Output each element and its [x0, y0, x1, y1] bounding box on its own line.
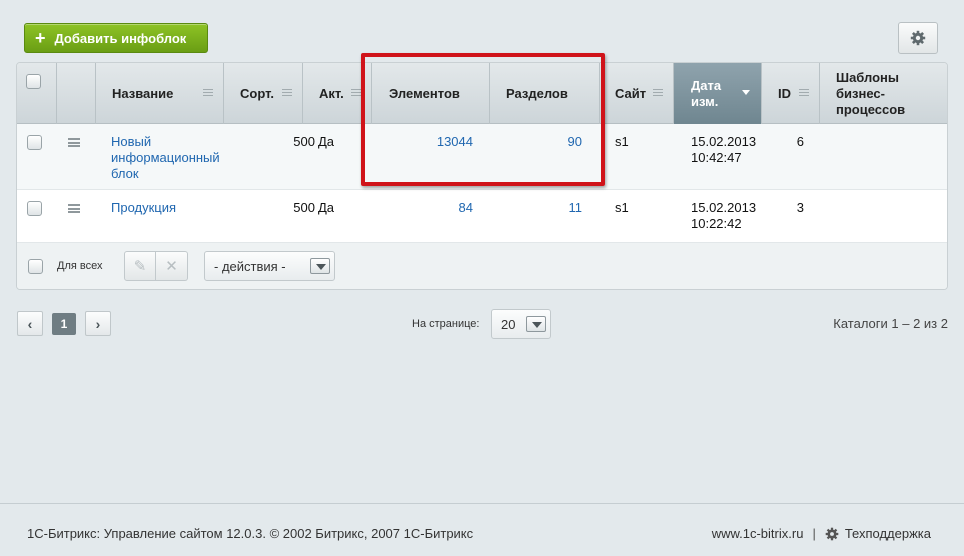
row-active: Да [318, 134, 335, 149]
sort-desc-icon [742, 90, 750, 95]
column-date[interactable]: Дата изм. [674, 63, 762, 124]
row-date-value: 15.02.2013 [691, 200, 757, 215]
row-id: 3 [796, 200, 804, 215]
per-page-select[interactable]: 20 [491, 309, 551, 339]
header-select-all-cell [17, 63, 57, 124]
current-page[interactable]: 1 [52, 313, 76, 335]
column-id[interactable]: ID [762, 63, 820, 124]
column-active-label: Акт. [319, 86, 344, 101]
copyright-text: 1С-Битрикс: Управление сайтом 12.0.3. © … [27, 526, 474, 541]
close-icon: ✕ [165, 258, 178, 275]
chevron-right-icon: › [95, 315, 101, 332]
highlight-frame [361, 53, 605, 186]
column-name-label: Название [112, 86, 174, 101]
column-site[interactable]: Сайт [600, 63, 674, 124]
for-all-checkbox[interactable] [28, 259, 43, 274]
support-link[interactable]: Техподдержка [845, 526, 931, 541]
row-checkbox[interactable] [27, 201, 42, 216]
row-sort: 500 [293, 134, 315, 149]
footer-separator: | [812, 526, 816, 541]
next-page-button[interactable]: › [85, 311, 111, 336]
grid-actions-bar: Для всех ✎ ✕ - действия - [17, 243, 947, 289]
footer-links: www.1c-bitrix.ru | Техподдержка [712, 526, 931, 541]
delete-button[interactable]: ✕ [156, 251, 188, 281]
prev-page-button[interactable]: ‹ [17, 311, 43, 336]
row-sections-link[interactable]: 11 [490, 200, 583, 216]
chevron-down-icon [310, 258, 330, 274]
site-link[interactable]: www.1c-bitrix.ru [712, 526, 804, 541]
row-date: 15.02.2013 10:42:47 [691, 134, 756, 166]
column-sort[interactable]: Сорт. [224, 63, 303, 124]
row-elements-link[interactable]: 84 [372, 200, 473, 216]
per-page-label: На странице: [412, 318, 480, 330]
select-all-checkbox[interactable] [26, 74, 41, 89]
settings-button[interactable] [898, 22, 938, 54]
column-name[interactable]: Название [96, 63, 224, 124]
row-date-value: 15.02.2013 [691, 134, 757, 149]
column-bp-label: Шаблоны бизнес-процессов [836, 70, 906, 117]
pencil-icon: ✎ [133, 258, 147, 275]
actions-select-value: - действия - [214, 259, 286, 274]
row-site: s1 [615, 200, 629, 215]
column-site-label: Сайт [615, 86, 647, 101]
column-menu-icon[interactable] [351, 89, 361, 96]
gear-icon [910, 30, 926, 46]
add-infoblock-button[interactable]: + Добавить инфоблок [24, 23, 208, 53]
items-count: Каталоги 1 – 2 из 2 [833, 316, 948, 331]
row-name-link[interactable]: Продукция [111, 200, 176, 216]
row-name-link[interactable]: Новый информационный блок [111, 134, 226, 182]
column-menu-icon[interactable] [203, 89, 213, 96]
column-sort-label: Сорт. [240, 86, 274, 101]
column-menu-icon[interactable] [653, 89, 663, 96]
column-date-label: Дата изм. [691, 77, 722, 109]
column-id-label: ID [778, 86, 791, 101]
footer-divider [0, 503, 964, 504]
header-drag-cell [57, 63, 96, 124]
column-bp-templates[interactable]: Шаблоны бизнес-процессов [820, 63, 947, 124]
for-all-label: Для всех [57, 260, 103, 272]
row-time-value: 10:22:42 [691, 216, 742, 231]
row-active: Да [318, 200, 335, 215]
column-menu-icon[interactable] [799, 89, 809, 96]
row-menu-icon[interactable] [68, 204, 80, 213]
row-sort: 500 [293, 200, 315, 215]
per-page-value: 20 [501, 317, 516, 332]
plus-icon: + [35, 28, 46, 48]
chevron-left-icon: ‹ [27, 315, 33, 332]
chevron-down-icon [526, 316, 546, 332]
table-row[interactable]: Продукция 500 Да 84 11 s1 15.02.2013 10:2… [17, 190, 947, 243]
row-id: 6 [796, 134, 804, 149]
column-menu-icon[interactable] [282, 89, 292, 96]
row-time-value: 10:42:47 [691, 150, 742, 165]
row-site: s1 [615, 134, 629, 149]
current-page-number: 1 [60, 317, 68, 331]
row-date: 15.02.2013 10:22:42 [691, 200, 756, 232]
add-infoblock-label: Добавить инфоблок [54, 30, 187, 46]
actions-select[interactable]: - действия - [204, 251, 335, 281]
row-checkbox[interactable] [27, 135, 42, 150]
edit-button[interactable]: ✎ [124, 251, 156, 281]
row-menu-icon[interactable] [68, 138, 80, 147]
gear-icon [825, 527, 839, 540]
